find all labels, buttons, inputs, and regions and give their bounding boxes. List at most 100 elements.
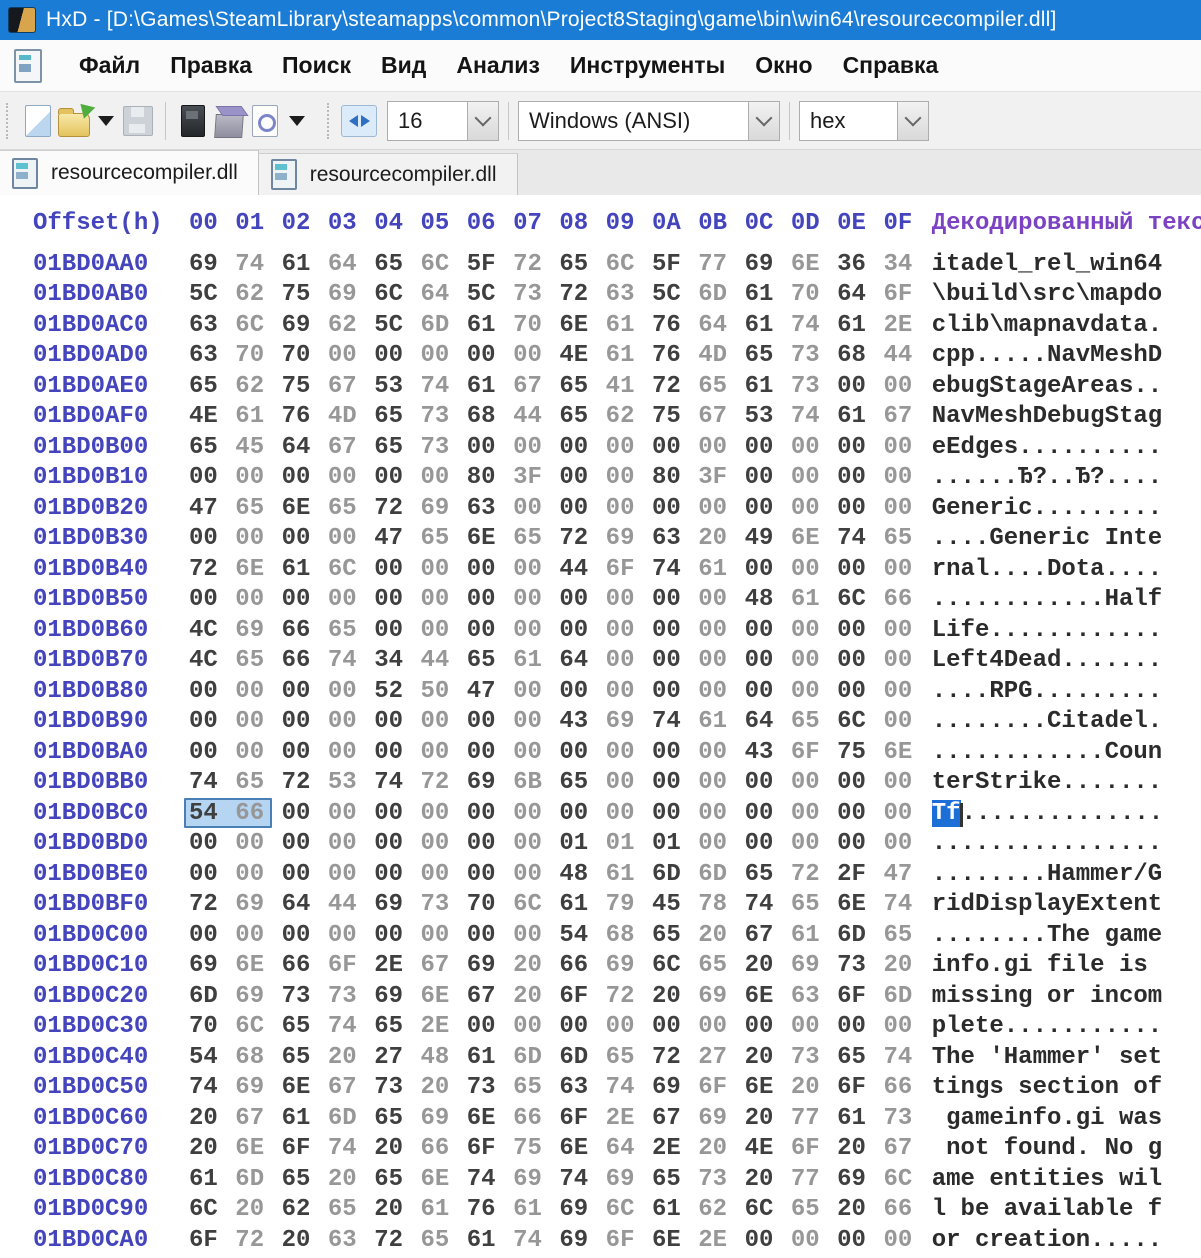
hex-byte[interactable]: 6F [791, 739, 837, 766]
hex-byte[interactable]: 61 [745, 373, 791, 400]
hex-byte[interactable]: 00 [745, 800, 791, 827]
hex-byte[interactable]: 74 [513, 1227, 559, 1254]
hex-byte[interactable]: 41 [606, 373, 652, 400]
hex-byte[interactable]: 74 [328, 1013, 374, 1040]
hex-byte[interactable]: 00 [791, 617, 837, 644]
hex-byte[interactable]: 76 [652, 312, 698, 339]
menu-item-2[interactable]: Поиск [267, 46, 366, 85]
hex-byte[interactable]: 74 [606, 1074, 652, 1101]
menu-item-6[interactable]: Окно [740, 46, 827, 85]
hex-byte[interactable]: 00 [837, 800, 883, 827]
hex-byte[interactable]: 74 [235, 251, 281, 278]
decoded-text[interactable]: Life............ [932, 617, 1162, 644]
hex-byte[interactable]: 54 [189, 1044, 235, 1071]
hex-byte[interactable]: 5F [467, 251, 513, 278]
hex-byte[interactable]: 00 [328, 678, 374, 705]
hex-byte[interactable]: 6E [745, 983, 791, 1010]
hex-byte[interactable]: 6F [559, 1105, 605, 1132]
hex-byte[interactable]: 6F [837, 983, 883, 1010]
hex-byte[interactable]: 00 [374, 922, 420, 949]
hex-byte[interactable]: 77 [698, 251, 744, 278]
hex-byte[interactable]: 6C [328, 556, 374, 583]
hex-byte[interactable]: 70 [282, 342, 328, 369]
hex-byte[interactable]: 65 [235, 647, 281, 674]
decoded-text[interactable]: ............Half [932, 586, 1162, 613]
hex-byte[interactable]: 73 [837, 952, 883, 979]
hex-byte[interactable]: 00 [513, 556, 559, 583]
hex-byte[interactable]: 34 [883, 251, 929, 278]
dropdown-button[interactable] [748, 102, 779, 140]
hex-byte[interactable]: 73 [698, 1166, 744, 1193]
hex-byte[interactable]: 00 [745, 1227, 791, 1254]
hex-byte[interactable]: 65 [282, 1044, 328, 1071]
hex-byte[interactable]: 00 [698, 586, 744, 613]
hex-byte[interactable]: 00 [467, 586, 513, 613]
hex-byte[interactable]: 72 [420, 769, 466, 796]
hex-byte[interactable]: 00 [328, 464, 374, 491]
hex-byte[interactable]: 00 [791, 464, 837, 491]
hex-byte[interactable]: 72 [189, 556, 235, 583]
hex-byte[interactable]: 00 [883, 464, 929, 491]
hex-byte[interactable]: 00 [559, 617, 605, 644]
hex-byte[interactable]: 61 [837, 403, 883, 430]
hex-byte[interactable]: 61 [606, 342, 652, 369]
hex-byte[interactable]: 69 [652, 1074, 698, 1101]
hex-byte[interactable]: 00 [652, 434, 698, 461]
hex-byte[interactable]: 67 [883, 1135, 929, 1162]
hex-byte[interactable]: 00 [235, 678, 281, 705]
save-button[interactable] [120, 101, 156, 141]
hex-byte[interactable]: 73 [791, 1044, 837, 1071]
hex-byte[interactable]: 61 [467, 312, 513, 339]
hex-byte[interactable]: 68 [606, 922, 652, 949]
hex-byte[interactable]: 74 [652, 556, 698, 583]
decoded-text[interactable]: Generic......... [932, 495, 1162, 522]
hex-byte[interactable]: 68 [837, 342, 883, 369]
hex-byte[interactable]: 61 [606, 861, 652, 888]
hex-byte[interactable]: 00 [235, 525, 281, 552]
hex-byte[interactable]: 65 [791, 708, 837, 735]
hex-byte[interactable]: 73 [282, 983, 328, 1010]
hex-byte[interactable]: 00 [420, 922, 466, 949]
bytes-per-row-combobox[interactable]: 16 [387, 101, 499, 141]
hex-byte[interactable]: 00 [883, 769, 929, 796]
hex-byte[interactable]: 72 [235, 1227, 281, 1254]
hex-byte[interactable]: 00 [374, 708, 420, 735]
hex-byte[interactable]: 80 [467, 464, 513, 491]
hex-byte[interactable]: 00 [606, 617, 652, 644]
hex-byte[interactable]: 00 [698, 495, 744, 522]
hex-byte[interactable]: 00 [374, 617, 420, 644]
hex-byte[interactable]: 64 [282, 891, 328, 918]
hex-byte[interactable]: 6C [235, 1013, 281, 1040]
decoded-text[interactable]: missing or incom [932, 983, 1162, 1010]
hex-byte[interactable]: 74 [374, 769, 420, 796]
decoded-text[interactable]: ......Ђ?..Ђ?.... [932, 464, 1162, 491]
hex-byte[interactable]: 67 [235, 1105, 281, 1132]
hex-byte[interactable]: 00 [652, 678, 698, 705]
hex-byte[interactable]: 00 [189, 678, 235, 705]
hex-byte[interactable]: 66 [883, 1074, 929, 1101]
hex-byte[interactable]: 00 [652, 800, 698, 827]
hex-byte[interactable]: 00 [559, 434, 605, 461]
hex-byte[interactable]: 00 [235, 708, 281, 735]
hex-byte[interactable]: 00 [189, 464, 235, 491]
hex-byte[interactable]: 00 [513, 586, 559, 613]
hex-byte[interactable]: 66 [559, 952, 605, 979]
hex-byte[interactable]: 73 [791, 342, 837, 369]
hex-byte[interactable]: 00 [420, 708, 466, 735]
hex-byte[interactable]: 73 [467, 1074, 513, 1101]
hex-byte[interactable]: 47 [189, 495, 235, 522]
hex-byte[interactable]: 00 [374, 830, 420, 857]
hex-byte[interactable]: 01 [559, 830, 605, 857]
hex-byte[interactable]: 6E [467, 525, 513, 552]
hex-byte[interactable]: 73 [420, 891, 466, 918]
hex-byte[interactable]: 65 [837, 1044, 883, 1071]
hex-byte[interactable]: 00 [698, 647, 744, 674]
hex-byte[interactable]: 6F [698, 1074, 744, 1101]
hex-byte[interactable]: 00 [652, 617, 698, 644]
hex-byte[interactable]: 4D [698, 342, 744, 369]
hex-byte[interactable]: 00 [791, 434, 837, 461]
hex-byte[interactable]: 67 [328, 1074, 374, 1101]
hex-byte[interactable]: 73 [420, 434, 466, 461]
hex-byte[interactable]: 2E [420, 1013, 466, 1040]
hex-byte[interactable]: 69 [606, 952, 652, 979]
